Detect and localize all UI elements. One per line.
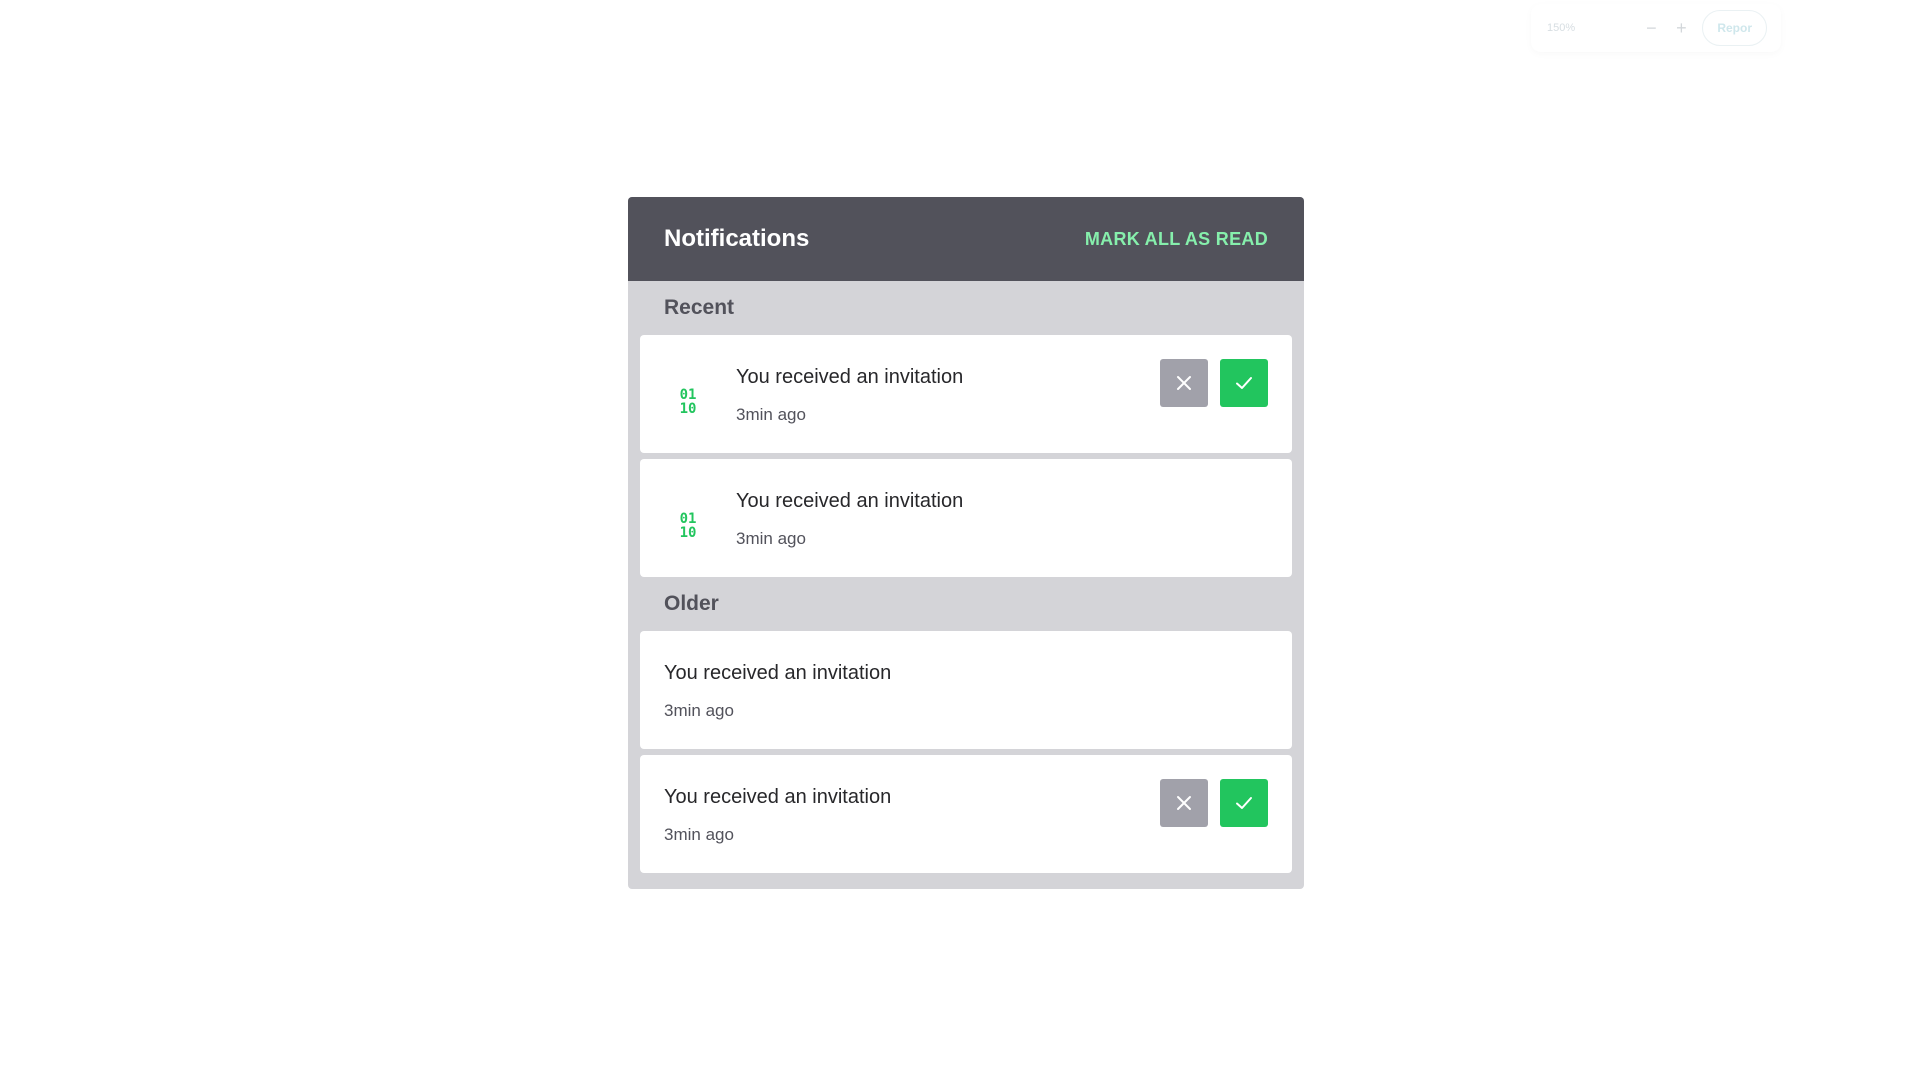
notification-message: You received an invitation	[736, 366, 964, 388]
notification-text: You received an invitation 3min ago	[736, 483, 1268, 549]
mark-all-read-button[interactable]: MARK ALL AS READ	[1085, 229, 1268, 250]
zoom-level: 150%	[1547, 22, 1576, 34]
notifications-panel: Notifications MARK ALL AS READ Recent 01…	[628, 197, 1304, 889]
notification-message: You received an invitation	[664, 662, 892, 684]
notification-text: You received an invitation 3min ago	[664, 779, 1160, 845]
notification-actions	[1160, 779, 1268, 827]
check-icon	[1236, 797, 1252, 809]
close-icon	[1177, 376, 1191, 390]
panel-header: Notifications MARK ALL AS READ	[628, 197, 1304, 281]
notification-time: 3min ago	[736, 529, 806, 548]
svg-text:10: 10	[680, 525, 697, 540]
zoom-in-button[interactable]: +	[1666, 18, 1696, 39]
svg-text:10: 10	[680, 401, 697, 416]
decline-button[interactable]	[1160, 359, 1208, 407]
notification-message: You received an invitation	[664, 786, 892, 808]
accept-button[interactable]	[1220, 779, 1268, 827]
notification-card: You received an invitation 3min ago	[640, 755, 1292, 873]
notification-message: You received an invitation	[736, 490, 964, 512]
decline-button[interactable]	[1160, 779, 1208, 827]
notification-card: 01 10 You received an invitation 3min ag…	[640, 335, 1292, 453]
accept-button[interactable]	[1220, 359, 1268, 407]
section-label-recent: Recent	[664, 296, 735, 319]
notification-text: You received an invitation 3min ago	[664, 655, 1268, 721]
section-label-older: Older	[664, 592, 719, 615]
close-icon	[1177, 796, 1191, 810]
zoom-toolbar: 150% − + Repor	[1531, 4, 1781, 52]
check-icon	[1236, 377, 1252, 389]
notification-card: You received an invitation 3min ago	[640, 631, 1292, 749]
notification-actions	[1160, 359, 1268, 407]
zoom-out-button[interactable]: −	[1636, 18, 1666, 39]
panel-title: Notifications	[664, 225, 810, 252]
report-button[interactable]: Repor	[1702, 10, 1767, 46]
notification-time: 3min ago	[736, 405, 806, 424]
notification-text: You received an invitation 3min ago	[736, 359, 1160, 425]
notification-time: 3min ago	[664, 825, 734, 844]
binary-icon: 01 10	[664, 501, 712, 549]
binary-icon: 01 10	[664, 377, 712, 425]
notification-time: 3min ago	[664, 701, 734, 720]
notification-card: 01 10 You received an invitation 3min ag…	[640, 459, 1292, 577]
